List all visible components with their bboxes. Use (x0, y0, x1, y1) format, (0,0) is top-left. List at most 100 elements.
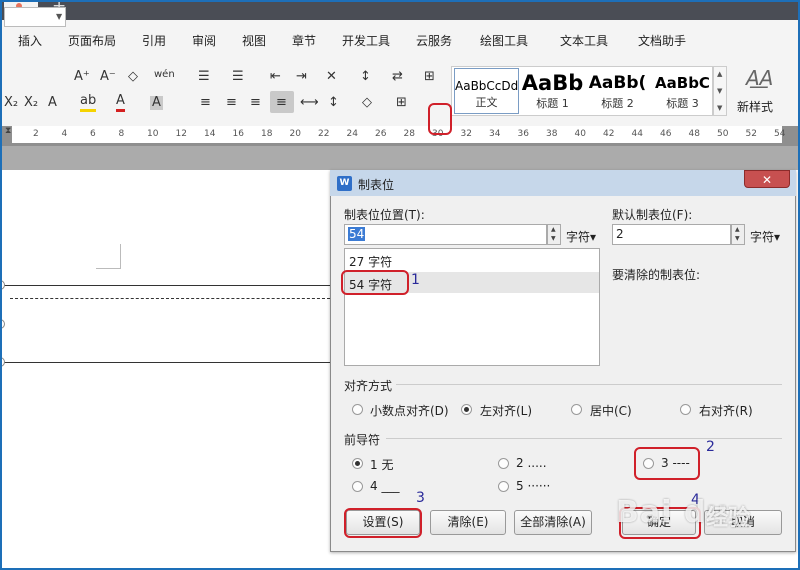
scroll-down-icon[interactable]: ▼ (717, 87, 722, 95)
default-tab-label: 默认制表位(F): (612, 208, 693, 222)
annotation-highlight-dialog-launcher (428, 103, 452, 135)
highlight-icon[interactable]: ab (80, 93, 97, 112)
justify-icon: ≡ (276, 95, 287, 110)
clear-all-button[interactable]: 全部清除(A) (514, 510, 592, 535)
radio-center[interactable] (571, 404, 582, 415)
highlight-label: ab (80, 93, 97, 108)
wps-writer-icon: W (337, 176, 352, 191)
menu-review[interactable]: 审阅 (192, 32, 216, 49)
decrease-indent-icon[interactable]: ⇤ (270, 70, 281, 84)
menu-developer[interactable]: 开发工具 (342, 32, 390, 49)
menu-view[interactable]: 视图 (242, 32, 266, 49)
phonetic-guide-icon[interactable]: wén (154, 68, 175, 82)
ruler-tick-label: 42 (603, 129, 615, 139)
leader-middots-label[interactable]: 5 ······ (516, 479, 550, 493)
default-tab-input[interactable]: 2 (612, 224, 731, 245)
style-gallery-scrollbar[interactable]: ▲ ▼ ▼ (713, 66, 727, 116)
list-item[interactable]: 27 字符 (349, 253, 392, 270)
menu-references[interactable]: 引用 (142, 32, 166, 49)
superscript-icon[interactable]: X₂ (24, 96, 38, 110)
radio-leader-underline[interactable] (352, 481, 363, 492)
ruler-tick-label: 46 (660, 129, 672, 139)
style-sample: AaBb( (588, 73, 647, 93)
ruler-tick-label: 38 (546, 129, 558, 139)
border-icon[interactable]: ⊞ (396, 96, 407, 110)
align-left-label[interactable]: 左对齐(L) (480, 402, 532, 419)
title-bar (0, 0, 800, 20)
numbered-list-icon[interactable]: ☰ (232, 70, 244, 84)
style-normal[interactable]: AaBbCcDd 正文 (454, 68, 519, 114)
radio-leader-middots[interactable] (498, 481, 509, 492)
distributed-align-icon[interactable]: ⟷ (300, 96, 319, 110)
increase-indent-icon[interactable]: ⇥ (296, 70, 307, 84)
style-heading-3[interactable]: AaBbC 标题 3 (650, 68, 715, 114)
annotation-number: 2 (706, 439, 715, 455)
tab-position-spinner[interactable]: ▲ ▼ (547, 224, 561, 245)
expand-icon[interactable]: ▼ (717, 104, 722, 112)
close-button[interactable]: ✕ (744, 170, 790, 188)
spin-up-icon[interactable]: ▲ (735, 226, 740, 233)
menu-page-layout[interactable]: 页面布局 (68, 32, 116, 49)
sort-icon[interactable]: ↕ (360, 70, 371, 84)
radio-leader-dots[interactable] (498, 458, 509, 469)
menu-document-assistant[interactable]: 文档助手 (638, 32, 686, 49)
text-effect-icon[interactable]: A (48, 96, 57, 110)
align-right-label[interactable]: 右对齐(R) (699, 402, 753, 419)
menu-drawing-tools[interactable]: 绘图工具 (480, 32, 528, 49)
char-shading-icon[interactable]: A (150, 96, 163, 110)
clear-format-icon[interactable]: ◇ (128, 70, 138, 84)
spin-down-icon[interactable]: ▼ (551, 235, 556, 242)
spin-down-icon[interactable]: ▼ (735, 235, 740, 242)
bullet-list-icon[interactable]: ☰ (198, 70, 210, 84)
line-spacing-icon[interactable]: ↕ (328, 96, 339, 110)
ruler-tick-label: 16 (232, 129, 244, 139)
ruler-tick-label: 24 (346, 129, 358, 139)
indent-marker-icon[interactable]: ⧗ (5, 126, 11, 136)
grow-font-icon[interactable]: A⁺ (74, 70, 90, 84)
new-style-icon[interactable]: A͟A (746, 66, 773, 90)
dialog-title-bar[interactable] (330, 170, 796, 196)
menu-text-tools[interactable]: 文本工具 (560, 32, 608, 49)
new-style-button[interactable]: 新样式 (737, 98, 773, 115)
chinese-layout-icon[interactable]: ✕ (326, 70, 337, 84)
align-center-icon[interactable]: ≡ (226, 96, 237, 110)
align-left-icon[interactable]: ≡ (200, 96, 211, 110)
chevron-down-icon[interactable]: ▼ (56, 12, 62, 21)
align-decimal-label[interactable]: 小数点对齐(D) (370, 402, 449, 419)
show-hide-marks-icon[interactable]: ⇄ (392, 70, 403, 84)
align-center-label[interactable]: 居中(C) (590, 402, 632, 419)
table-border-icon[interactable]: ⊞ (424, 70, 435, 84)
leader-none-label[interactable]: 1 无 (370, 456, 393, 473)
ruler-tick-label: 6 (90, 129, 96, 139)
radio-leader-none[interactable] (352, 458, 363, 469)
ruler-tick-label: 44 (631, 129, 643, 139)
spin-up-icon[interactable]: ▲ (551, 226, 556, 233)
menu-section[interactable]: 章节 (292, 32, 316, 49)
annotation-highlight-position (341, 270, 409, 295)
font-color-icon[interactable]: A (116, 94, 125, 112)
leader-underline-label[interactable]: 4 ___ (370, 479, 399, 493)
document-page[interactable] (0, 170, 330, 568)
shrink-font-icon[interactable]: A⁻ (100, 70, 116, 84)
highlight-color-swatch (80, 109, 97, 112)
default-tab-spinner[interactable]: ▲ ▼ (731, 224, 745, 245)
align-right-icon[interactable]: ≡ (250, 96, 261, 110)
tab-position-input[interactable]: 54 (344, 224, 547, 245)
ruler-tick-label: 54 (774, 129, 786, 139)
subscript-icon[interactable]: X₂ (4, 96, 18, 110)
style-heading-2[interactable]: AaBb( 标题 2 (585, 68, 650, 114)
paragraph-shading-icon[interactable]: ◇ (362, 96, 372, 110)
radio-decimal[interactable] (352, 404, 363, 415)
menu-insert[interactable]: 插入 (18, 32, 42, 49)
radio-right[interactable] (680, 404, 691, 415)
menu-cloud-service[interactable]: 云服务 (416, 32, 452, 49)
clear-button[interactable]: 清除(E) (430, 510, 506, 535)
default-tab-unit[interactable]: 字符▾ (750, 228, 780, 245)
tab-position-unit[interactable]: 字符▾ (566, 228, 596, 245)
ruler-tick-label: 48 (688, 129, 700, 139)
radio-left[interactable] (461, 404, 472, 415)
style-heading-1[interactable]: AaBb 标题 1 (520, 68, 585, 114)
leader-dots-label[interactable]: 2 ..... (516, 456, 547, 470)
style-name: 标题 2 (601, 97, 634, 110)
scroll-up-icon[interactable]: ▲ (717, 70, 722, 78)
